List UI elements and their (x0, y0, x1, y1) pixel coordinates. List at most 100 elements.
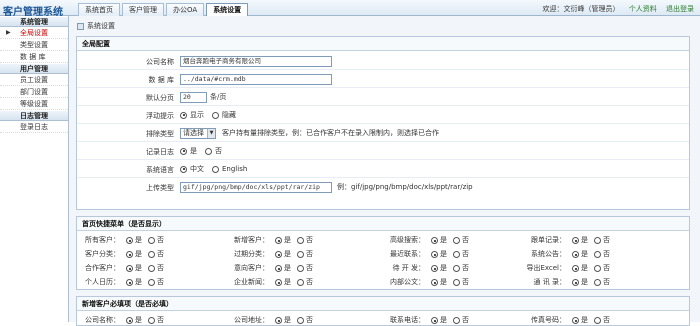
yes-radio[interactable] (431, 317, 438, 324)
float-hide-radio[interactable] (212, 111, 219, 119)
option-label: 最近联系： (390, 250, 425, 258)
yes-radio[interactable] (431, 237, 438, 244)
yes-radio[interactable] (431, 279, 438, 286)
yes-radio[interactable] (275, 237, 282, 244)
yes-radio[interactable] (126, 265, 133, 272)
no-radio[interactable] (297, 265, 304, 272)
no-radio[interactable] (453, 317, 460, 324)
yes-label: 是 (135, 316, 142, 324)
quick-menu-option: 高级搜索： 是 否 (375, 235, 469, 246)
lang-en-radio[interactable] (212, 165, 219, 173)
arrow-right-icon: ▶ (6, 29, 11, 36)
yes-radio[interactable] (572, 237, 579, 244)
no-radio[interactable] (297, 251, 304, 258)
option-label: 公司地址： (234, 316, 269, 324)
yes-radio[interactable] (431, 251, 438, 258)
yes-radio[interactable] (572, 279, 579, 286)
log-yes-radio[interactable] (180, 147, 187, 155)
language-label: 系统语言 (146, 166, 174, 174)
company-input[interactable]: 烟台奔跑电子商务有限公司 (180, 55, 332, 67)
required-field-option: 公司名称： 是 否 (84, 315, 164, 326)
no-radio[interactable] (453, 265, 460, 272)
no-label: 否 (157, 264, 164, 272)
yes-label: 是 (135, 250, 142, 258)
no-radio[interactable] (148, 279, 155, 286)
yes-radio[interactable] (126, 237, 133, 244)
quick-menu-option: 意向客户： 是 否 (229, 263, 313, 274)
no-radio[interactable] (594, 265, 601, 272)
no-label: 否 (306, 250, 313, 258)
yes-radio[interactable] (275, 317, 282, 324)
no-radio[interactable] (297, 279, 304, 286)
sidebar-section-users: 用户管理 (0, 63, 68, 74)
option-label: 新增客户： (234, 236, 269, 244)
sidebar-item-types[interactable]: 类型设置 (0, 39, 68, 51)
no-radio[interactable] (453, 279, 460, 286)
quick-menu-option: 最近联系： 是 否 (375, 249, 469, 260)
no-radio[interactable] (148, 251, 155, 258)
user-bar: 欢迎：文衍峰（管理员） 个人资料 退出登录 (543, 4, 694, 14)
yes-radio[interactable] (126, 279, 133, 286)
float-tip-row: 浮动提示 显示 隐藏 (77, 106, 689, 124)
page-size-input[interactable]: 20 (180, 91, 207, 103)
no-radio[interactable] (594, 237, 601, 244)
required-field-option: 公司地址： 是 否 (229, 315, 313, 326)
yes-radio[interactable] (126, 317, 133, 324)
logout-link[interactable]: 退出登录 (666, 5, 694, 13)
upload-type-input[interactable]: gif/jpg/png/bmp/doc/xls/ppt/rar/zip (180, 181, 332, 193)
float-show-radio[interactable] (180, 111, 187, 119)
yes-radio[interactable] (126, 251, 133, 258)
profile-link[interactable]: 个人资料 (629, 5, 657, 13)
main-content: 系统设置 全局配置 公司名称 烟台奔跑电子商务有限公司 数 据 库 ../dat… (69, 16, 700, 326)
no-radio[interactable] (297, 237, 304, 244)
no-radio[interactable] (594, 251, 601, 258)
yes-label: 是 (135, 264, 142, 272)
welcome-text: 欢迎：文衍峰（管理员） (542, 5, 620, 13)
no-radio[interactable] (453, 237, 460, 244)
no-label: 否 (603, 250, 610, 258)
yes-radio[interactable] (275, 279, 282, 286)
option-label: 跟单记录： (531, 236, 566, 244)
no-radio[interactable] (148, 237, 155, 244)
yes-radio[interactable] (275, 265, 282, 272)
exclude-type-select[interactable]: 请选择 ▼ (180, 127, 216, 139)
lang-cn-radio[interactable] (180, 165, 187, 173)
sidebar-item-staff[interactable]: 员工设置 (0, 74, 68, 86)
database-input[interactable]: ../data/#crm.mdb (180, 73, 332, 85)
tab-home[interactable]: 系统首页 (78, 3, 120, 16)
tab-settings[interactable]: 系统设置 (206, 3, 249, 16)
sidebar-item-departments[interactable]: 部门设置 (0, 86, 68, 98)
sidebar-item-global[interactable]: ▶ 全局设置 (0, 27, 68, 39)
no-radio[interactable] (594, 317, 601, 324)
float-tip-label: 浮动提示 (146, 112, 174, 120)
no-radio[interactable] (148, 317, 155, 324)
upload-type-row: 上传类型 gif/jpg/png/bmp/doc/xls/ppt/rar/zip… (77, 178, 689, 196)
no-radio[interactable] (297, 317, 304, 324)
yes-label: 是 (581, 264, 588, 272)
tab-customers[interactable]: 客户管理 (122, 3, 164, 16)
no-radio[interactable] (453, 251, 460, 258)
sidebar: 系统管理 ▶ 全局设置 类型设置 数 据 库 用户管理 员工设置 部门设置 等级设… (0, 16, 69, 322)
yes-radio[interactable] (572, 317, 579, 324)
option-label: 所有客户： (85, 236, 120, 244)
log-no-radio[interactable] (205, 147, 212, 155)
no-radio[interactable] (148, 265, 155, 272)
sidebar-section-logs: 日志管理 (0, 110, 68, 121)
yes-radio[interactable] (572, 265, 579, 272)
option-label: 客户分类： (85, 250, 120, 258)
no-label: 否 (603, 264, 610, 272)
yes-radio[interactable] (431, 265, 438, 272)
no-label: 否 (603, 236, 610, 244)
log-no-label: 否 (215, 147, 222, 155)
sidebar-item-login-log[interactable]: 登录日志 (0, 121, 68, 133)
tab-oa[interactable]: 办公OA (166, 3, 205, 16)
sidebar-item-database[interactable]: 数 据 库 (0, 51, 68, 63)
no-label: 否 (306, 278, 313, 286)
quick-menu-option: 系统公告： 是 否 (522, 249, 610, 260)
yes-radio[interactable] (275, 251, 282, 258)
yes-radio[interactable] (572, 251, 579, 258)
yes-label: 是 (284, 250, 291, 258)
no-radio[interactable] (594, 279, 601, 286)
sidebar-item-levels[interactable]: 等级设置 (0, 98, 68, 110)
global-settings-panel: 全局配置 公司名称 烟台奔跑电子商务有限公司 数 据 库 ../data/#cr… (76, 36, 690, 210)
